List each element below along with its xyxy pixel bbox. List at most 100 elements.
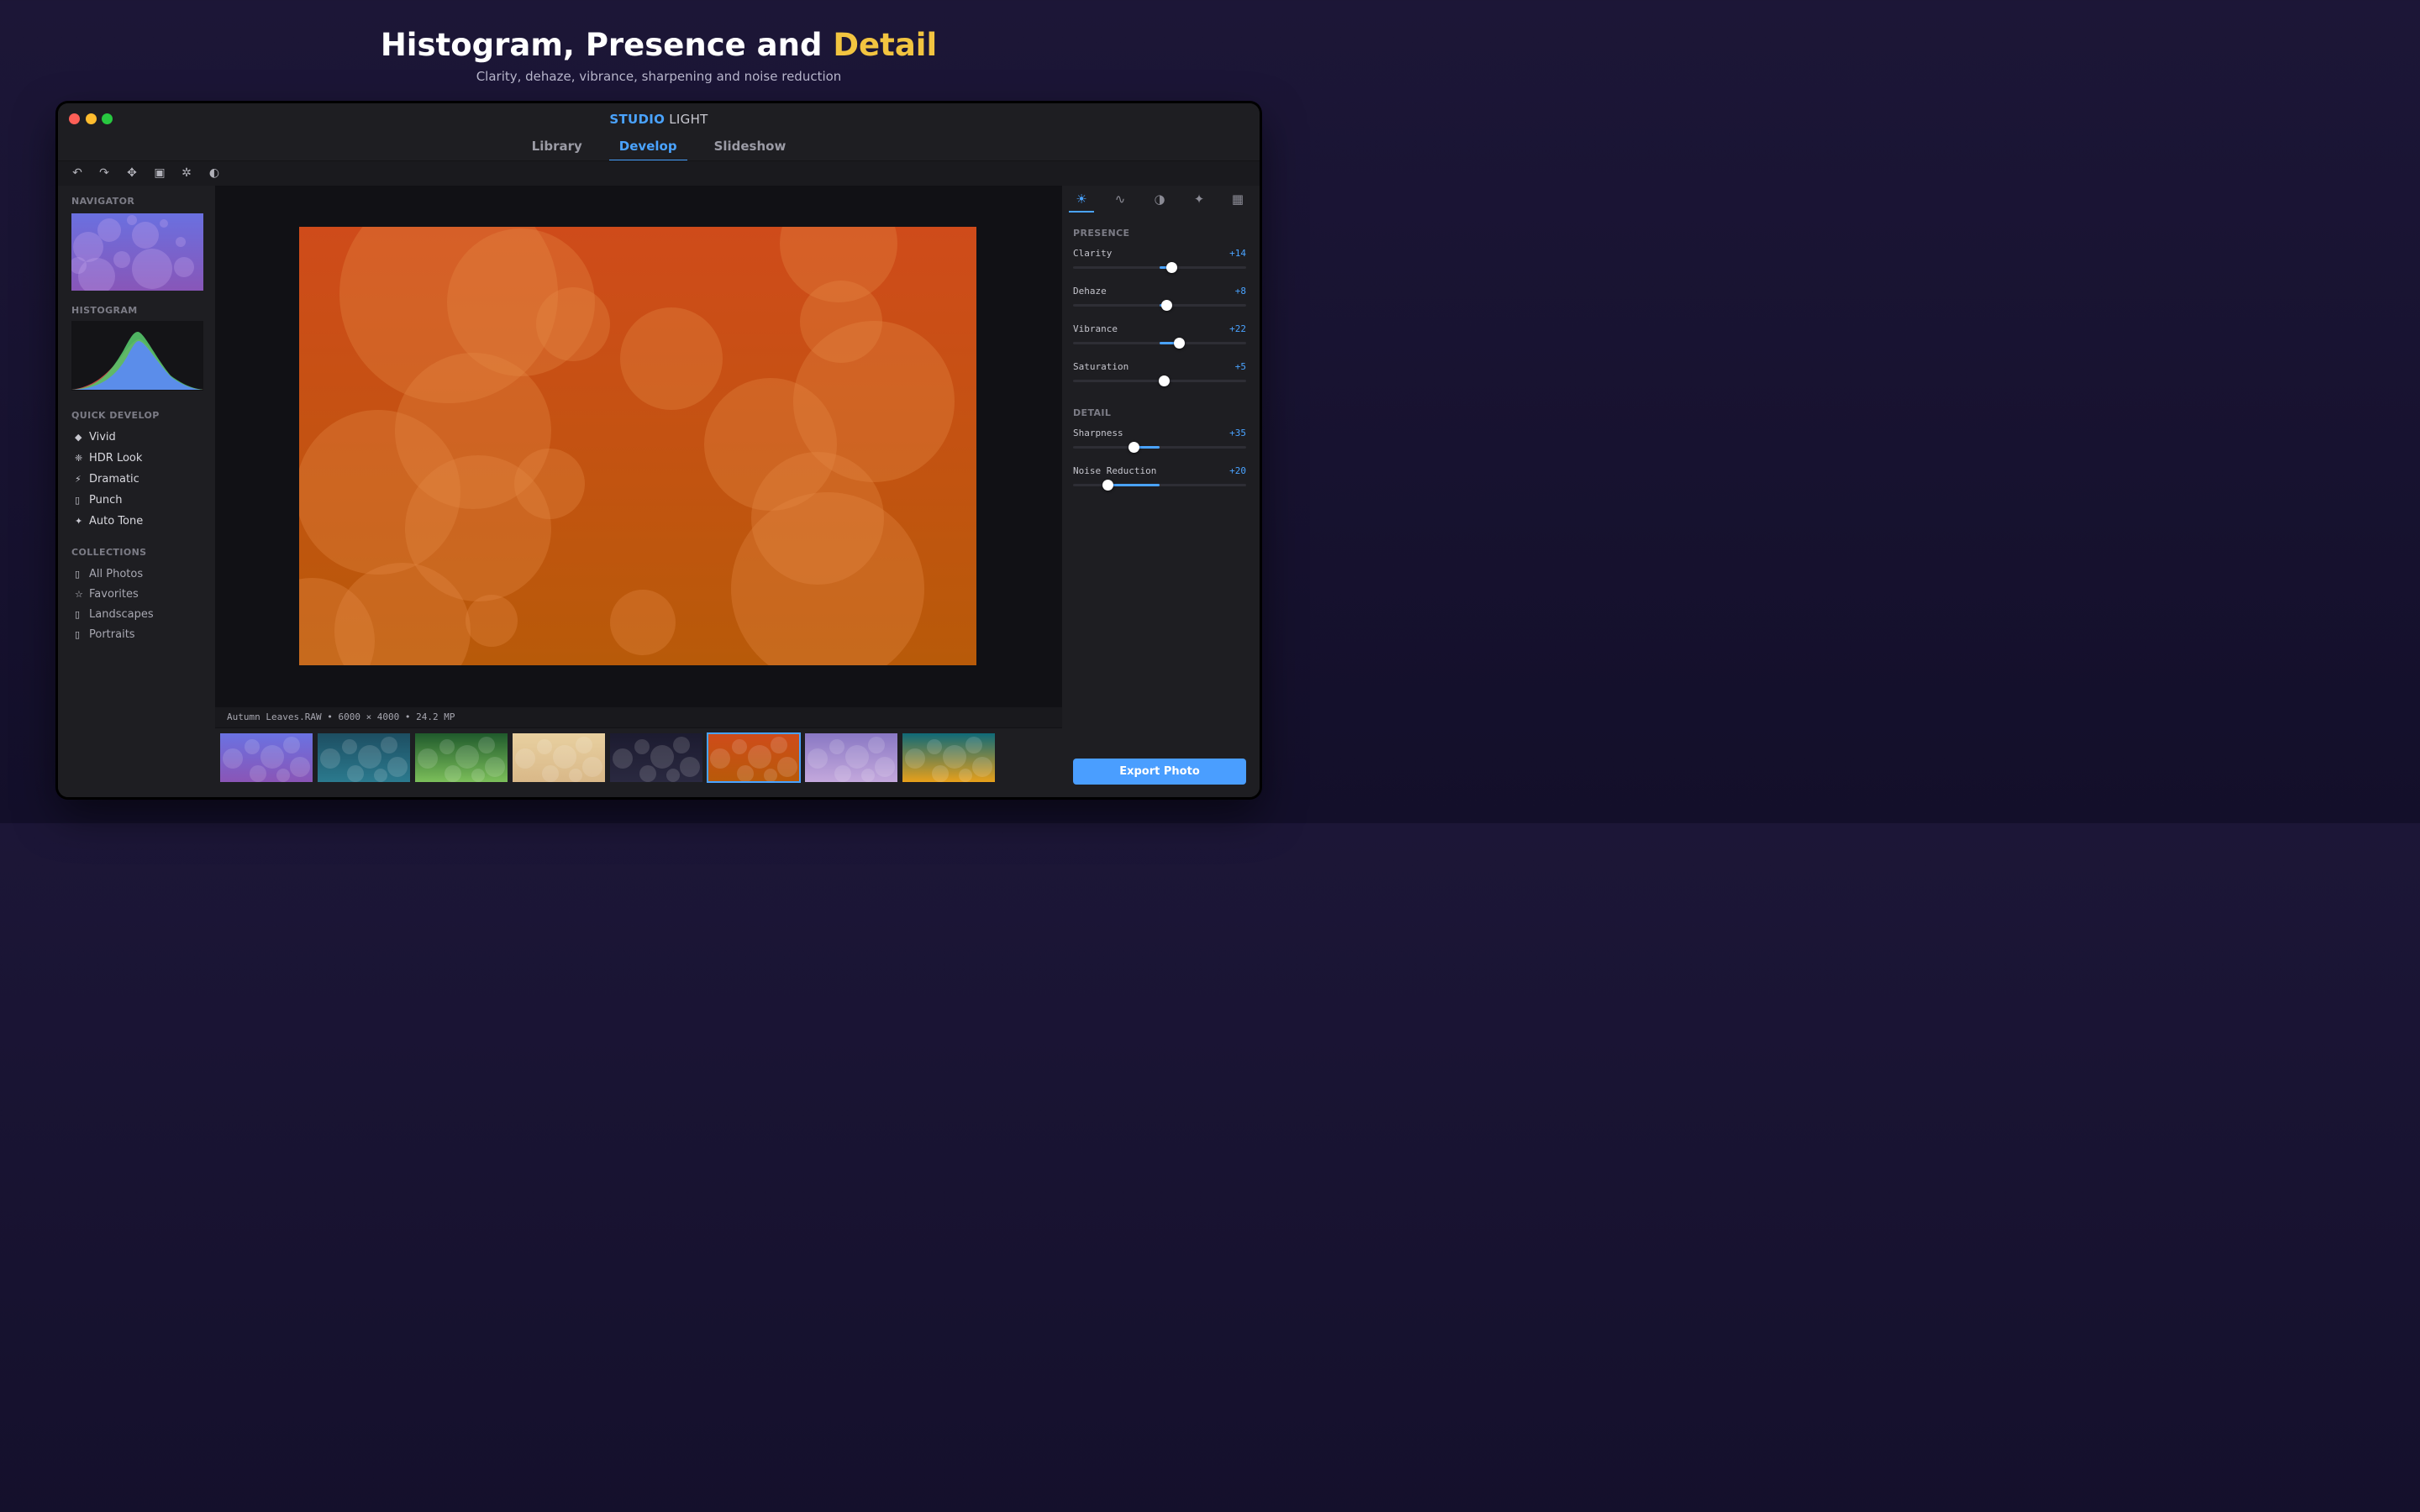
quick-develop-auto-tone[interactable]: ✦ Auto Tone bbox=[75, 515, 143, 528]
bokeh bbox=[666, 769, 680, 782]
histogram-chart bbox=[71, 332, 203, 390]
slider-value: +20 bbox=[1229, 465, 1246, 476]
tab-slideshow[interactable]: Slideshow bbox=[704, 139, 797, 162]
filmstrip bbox=[215, 728, 1062, 797]
tab-develop[interactable]: Develop bbox=[608, 139, 687, 162]
collection-label-all-photos: All Photos bbox=[89, 568, 144, 580]
bokeh bbox=[764, 769, 777, 782]
bokeh bbox=[777, 757, 797, 777]
move-icon[interactable]: ✥ bbox=[124, 166, 139, 180]
bokeh bbox=[829, 739, 844, 754]
color-tab-icon[interactable]: ◑ bbox=[1147, 192, 1172, 211]
histogram-label: HISTOGRAM bbox=[71, 305, 138, 316]
spot-heal-icon[interactable]: ✲ bbox=[179, 166, 194, 180]
slider-track[interactable] bbox=[1073, 375, 1246, 386]
bokeh bbox=[245, 739, 260, 754]
collection-label-portraits: Portraits bbox=[89, 628, 135, 641]
star-icon: ✦ bbox=[75, 516, 83, 527]
slider-track[interactable] bbox=[1073, 480, 1246, 491]
filmstrip-thumb[interactable] bbox=[415, 733, 508, 782]
export-photo-button[interactable]: Export Photo bbox=[1073, 759, 1246, 785]
quick-develop-label-vivid: Vivid bbox=[89, 431, 116, 444]
left-panel: NAVIGATOR HISTOGRAM QUICK DEVELOP ◆ Vivid… bbox=[58, 186, 215, 797]
slider-thumb[interactable] bbox=[1166, 262, 1178, 273]
filmstrip-thumb[interactable] bbox=[805, 733, 897, 782]
quick-develop-dramatic[interactable]: ⚡ Dramatic bbox=[75, 473, 139, 486]
right-panel: ☀ ∿ ◑ ✦ ▦ PRESENCE Clarity +14 Dehaze +8 Vib… bbox=[1062, 186, 1260, 797]
undo-icon[interactable]: ↶ bbox=[70, 166, 85, 180]
module-tabs: Library Develop Slideshow bbox=[58, 139, 1260, 162]
quick-develop-hdr-look[interactable]: ❈ HDR Look bbox=[75, 452, 142, 465]
bokeh bbox=[834, 765, 851, 782]
collection-favorites[interactable]: ☆ Favorites bbox=[75, 588, 139, 601]
page-title: Histogram, Presence and Detail bbox=[0, 27, 1318, 63]
slider-track[interactable] bbox=[1073, 262, 1246, 273]
redo-icon[interactable]: ↷ bbox=[97, 166, 112, 180]
histogram-blue-channel bbox=[71, 341, 203, 390]
bokeh bbox=[861, 769, 875, 782]
slider-thumb[interactable] bbox=[1128, 442, 1140, 453]
crop-icon[interactable]: ▣ bbox=[152, 166, 167, 180]
quick-develop-label-dramatic: Dramatic bbox=[89, 473, 139, 486]
slider-thumb[interactable] bbox=[1161, 300, 1173, 311]
bokeh bbox=[347, 765, 364, 782]
bokeh bbox=[569, 769, 582, 782]
title-main: Histogram, Presence and bbox=[380, 27, 834, 63]
bokeh bbox=[845, 745, 869, 769]
bokeh bbox=[576, 737, 592, 753]
slider-value: +22 bbox=[1229, 323, 1246, 334]
photo-canvas bbox=[215, 186, 1062, 797]
filmstrip-thumb[interactable] bbox=[902, 733, 995, 782]
collection-landscapes[interactable]: ▯ Landscapes bbox=[75, 608, 154, 621]
slider-thumb[interactable] bbox=[1173, 338, 1185, 349]
slider-track[interactable] bbox=[1073, 442, 1246, 453]
tab-library[interactable]: Library bbox=[522, 139, 592, 162]
thumb-bokeh bbox=[710, 737, 797, 782]
filmstrip-thumb[interactable] bbox=[220, 733, 313, 782]
slider-track[interactable] bbox=[1073, 338, 1246, 349]
curve-tab-icon[interactable]: ∿ bbox=[1107, 192, 1133, 211]
slider-track[interactable] bbox=[1073, 300, 1246, 311]
bokeh bbox=[320, 748, 340, 769]
collection-portraits[interactable]: ▯ Portraits bbox=[75, 628, 135, 641]
filmstrip-thumb[interactable] bbox=[707, 732, 801, 783]
filmstrip-thumb[interactable] bbox=[610, 733, 702, 782]
thumb-bokeh bbox=[905, 737, 992, 782]
basic-tab-icon[interactable]: ☀ bbox=[1069, 192, 1094, 213]
slider-thumb[interactable] bbox=[1102, 480, 1114, 491]
effects-tab-icon[interactable]: ✦ bbox=[1186, 192, 1212, 211]
bokeh bbox=[680, 757, 700, 777]
mask-icon[interactable]: ◐ bbox=[207, 166, 222, 180]
bokeh bbox=[905, 748, 925, 769]
bokeh bbox=[537, 739, 552, 754]
lightning-icon: ⚡ bbox=[75, 474, 82, 485]
bokeh bbox=[927, 739, 942, 754]
bokeh bbox=[283, 737, 300, 753]
star-outline-icon: ☆ bbox=[75, 589, 83, 600]
main-photo[interactable] bbox=[299, 227, 976, 665]
navigator-bokeh bbox=[71, 215, 194, 291]
presence-label: PRESENCE bbox=[1073, 228, 1130, 239]
quick-develop-label-punch: Punch bbox=[89, 494, 123, 507]
slider-label: Noise Reduction bbox=[1073, 465, 1157, 476]
filmstrip-thumb[interactable] bbox=[318, 733, 410, 782]
navigator-preview[interactable] bbox=[71, 213, 203, 291]
collection-all-photos[interactable]: ▯ All Photos bbox=[75, 568, 143, 580]
navigator-label: NAVIGATOR bbox=[71, 196, 135, 207]
bokeh bbox=[439, 739, 455, 754]
bokeh bbox=[514, 449, 585, 519]
quick-develop-vivid[interactable]: ◆ Vivid bbox=[75, 431, 116, 444]
slider-thumb[interactable] bbox=[1159, 375, 1171, 386]
quick-develop-label-hdr: HDR Look bbox=[89, 452, 143, 465]
app-window: STUDIO LIGHT Library Develop Slideshow ↶… bbox=[58, 103, 1260, 797]
bokeh bbox=[965, 737, 982, 753]
quick-develop-punch[interactable]: ▯ Punch bbox=[75, 494, 122, 507]
brand-secondary: LIGHT bbox=[669, 112, 708, 127]
detail-grid-tab-icon[interactable]: ▦ bbox=[1225, 192, 1250, 211]
slider-label: Dehaze bbox=[1073, 286, 1107, 297]
bokeh bbox=[748, 745, 771, 769]
bokeh bbox=[342, 739, 357, 754]
filmstrip-thumb[interactable] bbox=[513, 733, 605, 782]
bokeh bbox=[868, 737, 885, 753]
bokeh bbox=[650, 745, 674, 769]
